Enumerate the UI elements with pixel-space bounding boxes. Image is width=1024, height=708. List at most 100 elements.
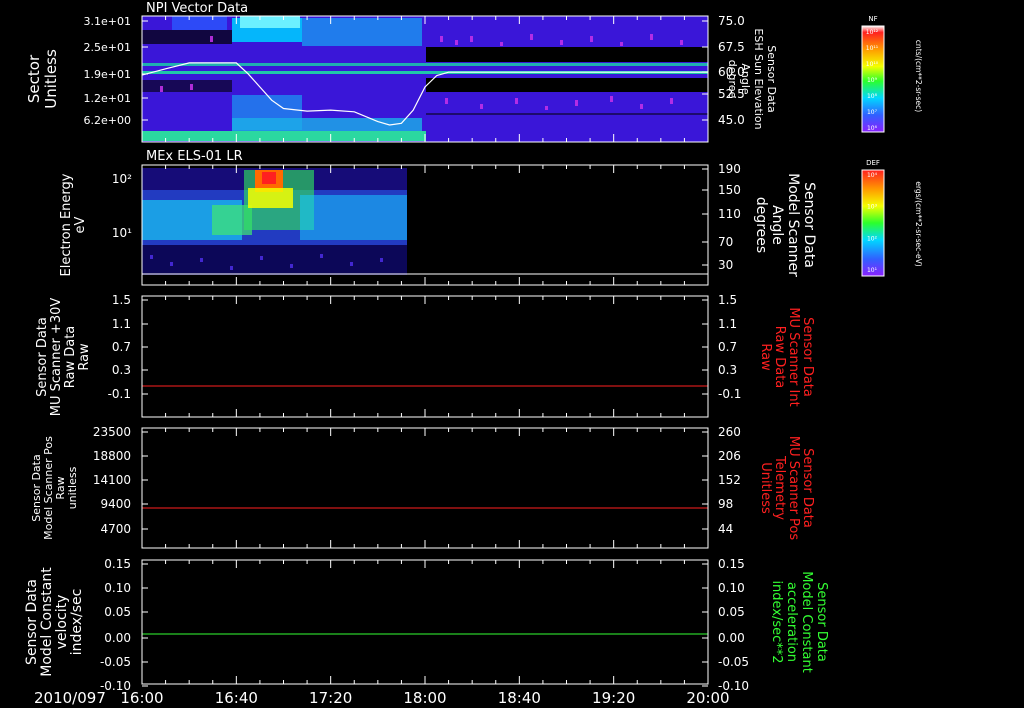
y-tick-label-right: 60.0 (718, 65, 745, 79)
y-tick-label-right: 110 (718, 207, 741, 221)
x-tick-label: 17:20 (309, 689, 352, 707)
y-tick-label-right: 45.0 (718, 113, 745, 127)
colorbar-tick-label: 10² (867, 235, 878, 242)
panel-5: Sensor Data Model Constant velocity inde… (24, 559, 829, 685)
panel-5-frame (141, 559, 709, 685)
panel-2-heatmap (142, 168, 407, 275)
colorbar-tick-label: 10¹¹ (866, 45, 879, 52)
panel-3-frame (141, 295, 709, 418)
panel-2-ylabel-right-1: Sensor Data (801, 182, 817, 268)
panel-3: Sensor Data MU Scanner +30V Raw Data Raw… (35, 295, 815, 418)
panel-1: NPI Vector Data Sector Unitless Sensor D… (25, 1, 778, 143)
colorbar-tick-label: 10⁸ (867, 93, 878, 100)
colorbar-1-title: NF (868, 15, 877, 23)
x-tick-label: 20:00 (686, 689, 729, 707)
y-tick-label-right: 0.10 (718, 581, 745, 595)
panel-2-ytick-1: 10² (112, 172, 132, 186)
panel-2-ylabel-right-2: Model Scanner (785, 173, 801, 277)
y-tick-label-left: 6.2e+00 (84, 114, 131, 127)
y-tick-label-right: 67.5 (718, 40, 745, 54)
y-tick-label-left: 1.5 (112, 293, 131, 307)
panel-1-ylabel-line-1: Sector (25, 54, 43, 103)
y-tick-label-right: 52.5 (718, 87, 745, 101)
panel-5-ylabel-line-3: velocity (54, 595, 70, 650)
y-tick-label-right: 0.15 (718, 557, 745, 571)
x-tick-label: 19:20 (592, 689, 635, 707)
y-tick-label-right: 190 (718, 162, 741, 176)
y-tick-label-right: 1.5 (718, 293, 737, 307)
colorbar-tick-label: 10¹⁰ (866, 61, 879, 68)
y-tick-label-right: 98 (718, 497, 733, 511)
panel-5-ylabel-right-3: acceleration (784, 582, 799, 662)
y-tick-label-left: 14100 (93, 473, 131, 487)
panel-2-title: MEx ELS-01 LR (146, 149, 243, 164)
panel-5-ylabel-line-1: Sensor Data (24, 579, 40, 665)
colorbar-tick-label: 10¹² (866, 29, 879, 36)
panel-4-ylabel-right-1: Sensor Data (800, 448, 815, 528)
panel-4-ylabel-line-4: unitless (66, 466, 79, 509)
y-tick-label-left: 2.5e+01 (84, 41, 131, 54)
x-tick-label: 18:00 (403, 689, 446, 707)
panel-2-ylabel-right-3: Angle (769, 205, 785, 245)
panel-5-ylabel-right-1: Sensor Data (814, 582, 829, 662)
colorbar-tick-label: 10⁶ (867, 125, 878, 132)
y-tick-label-left: 0.3 (112, 363, 131, 377)
panel-1-ylabel-right-2: ESH Sun Elevation (752, 28, 765, 129)
panel-4-ylabel-right-3: Telemetry (772, 455, 787, 520)
y-tick-label-right: 44 (718, 522, 733, 536)
panel-5-ylabel-line-4: index/sec (69, 589, 85, 656)
y-tick-label-left: 0.7 (112, 340, 131, 354)
panel-5-ylabel-right-2: Model Constant (799, 571, 814, 673)
panel-3-ylabel-right-1: Sensor Data (800, 317, 815, 397)
colorbar-tick-label: 10⁷ (867, 109, 878, 116)
y-tick-label-left: 1.9e+01 (84, 68, 131, 81)
colorbar-tick-label: 10⁹ (867, 77, 878, 84)
panel-2-ytick-2: 10¹ (112, 226, 132, 240)
colorbar-2-title: DEF (866, 159, 880, 167)
multi-panel-chart: NPI Vector Data Sector Unitless Sensor D… (24, 1, 923, 707)
panel-2-ylabel-line-2: eV (73, 216, 88, 233)
y-tick-label-left: 18800 (93, 449, 131, 463)
panel-5-ylabel-right-4: index/sec**2 (769, 580, 784, 663)
y-tick-label-right: -0.05 (718, 655, 749, 669)
y-tick-label-right: 0.7 (718, 340, 737, 354)
panel-3-ylabel-right-2: MU Scanner Int (786, 307, 801, 406)
y-tick-label-right: 0.00 (718, 631, 745, 645)
x-axis-labels: 16:00 16:40 17:20 18:00 18:40 19:20 20:00 (120, 689, 729, 707)
panel-4-frame (141, 427, 709, 549)
colorbar-2-scale (861, 169, 885, 277)
panel-1-ylabel-line-2: Unitless (42, 49, 60, 109)
colorbar-tick-label: 10⁴ (867, 172, 878, 179)
y-tick-label-right: 0.05 (718, 605, 745, 619)
panel-2-ylabel-right-4: degrees (753, 197, 769, 253)
y-tick-label-left: 0.10 (104, 581, 131, 595)
colorbar-2: DEF ergs/(cm**2-sr-sec-eV) 10⁴ 10³ 10² 10¹ (861, 159, 923, 277)
x-tick-label: 16:40 (215, 689, 258, 707)
panel-4-ylabel-right-2: MU Scanner Pos (786, 436, 801, 541)
y-tick-label-left: 9400 (100, 497, 131, 511)
panel-5-ylabel-line-2: Model Constant (39, 567, 55, 677)
y-tick-label-right: 0.3 (718, 363, 737, 377)
y-tick-label-left: 0.00 (104, 631, 131, 645)
panel-4-ylabel-right-4: Unitless (758, 462, 773, 514)
colorbar-tick-label: 10³ (867, 204, 878, 211)
y-tick-label-right: 152 (718, 473, 741, 487)
x-tick-label: 18:40 (498, 689, 541, 707)
y-tick-label-left: 4700 (100, 522, 131, 536)
y-tick-label-left: 23500 (93, 425, 131, 439)
y-tick-label-right: 260 (718, 425, 741, 439)
panel-1-ylabel-right-1: Sensor Data (765, 45, 778, 112)
colorbar-2-unit: ergs/(cm**2-sr-sec-eV) (914, 181, 923, 266)
y-tick-label-right: 75.0 (718, 14, 745, 28)
panel-1-heatmap (142, 16, 708, 142)
y-tick-label-right: -0.1 (718, 387, 741, 401)
y-tick-label-left: 0.15 (104, 557, 131, 571)
y-tick-label-right: 70 (718, 235, 733, 249)
panel-2-ylabel-line-1: Electron Energy (59, 173, 74, 276)
panel-3-ylabel-line-3: Raw Data (63, 326, 78, 389)
panel-3-ylabel-right-4: Raw (758, 343, 773, 371)
panel-3-ylabel-line-1: Sensor Data (35, 317, 50, 397)
colorbar-1-unit: cnts/(cm**2-sr-sec) (914, 40, 923, 112)
y-tick-label-right: 30 (718, 258, 733, 272)
panel-1-title: NPI Vector Data (146, 1, 248, 16)
